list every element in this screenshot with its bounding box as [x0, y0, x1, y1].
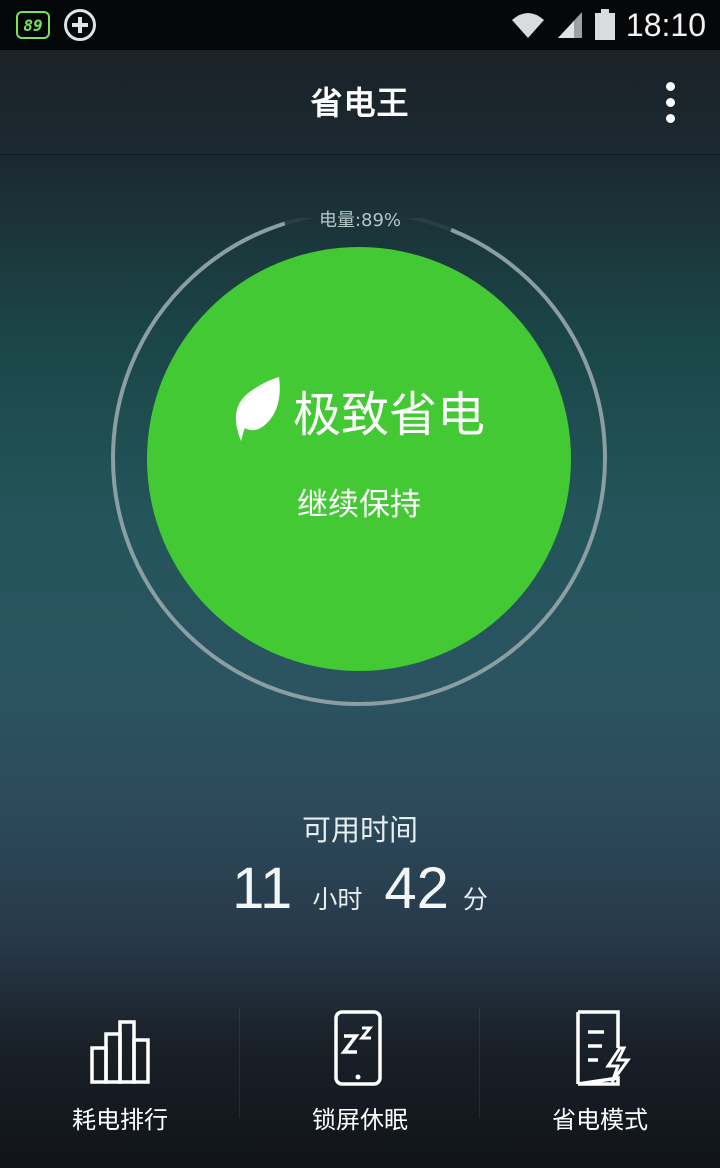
battery-saver-notification-icon: 89: [16, 11, 50, 39]
app-title: 省电王: [310, 84, 410, 122]
more-dot-icon: [665, 81, 675, 91]
available-time-value: 11 小时 42 分: [0, 855, 720, 922]
mode-subtitle: 继续保持: [297, 487, 421, 523]
notification-icons: 89: [16, 8, 96, 42]
power-mode-icon: [576, 1010, 631, 1086]
bar-chart-icon: [90, 1020, 150, 1084]
sleep-phone-icon: [334, 1010, 382, 1086]
nav-power-ranking[interactable]: 耗电排行: [0, 1000, 240, 1168]
available-time-label: 可用时间: [301, 813, 418, 847]
minutes-unit: 分: [462, 885, 488, 914]
mode-title: 极致省电: [292, 387, 485, 443]
more-options-button[interactable]: [648, 74, 692, 130]
nav-label: 锁屏休眠: [312, 1106, 408, 1134]
add-circle-icon: [64, 9, 96, 41]
wifi-icon: [511, 13, 544, 38]
leaf-icon: [235, 377, 280, 441]
nav-lock-sleep[interactable]: 锁屏休眠: [240, 1000, 480, 1168]
nav-label: 耗电排行: [72, 1106, 168, 1134]
battery-badge-text: 89: [23, 15, 43, 35]
app-screen: 省电王 电量:89% 极致省电 继续保持 可用时间 11 小时 42 分 耗电排…: [0, 50, 720, 1168]
status-bar: 89 18:10: [0, 0, 720, 50]
bottom-nav: 耗电排行 锁屏休眠 省电模式: [0, 1000, 720, 1168]
signal-icon: [557, 12, 582, 38]
nav-label: 省电模式: [552, 1106, 648, 1134]
hours-value: 11: [232, 856, 293, 921]
system-icons: 18:10: [510, 6, 706, 43]
hours-unit: 小时: [312, 885, 363, 914]
minutes-value: 42: [384, 856, 449, 921]
battery-icon: [594, 9, 615, 40]
top-bar: 省电王: [0, 50, 720, 155]
mode-row: 极致省电: [147, 375, 571, 445]
more-dot-icon: [665, 113, 675, 123]
status-time: 18:10: [625, 6, 706, 43]
optimize-button[interactable]: 极致省电 继续保持: [147, 247, 571, 671]
nav-power-mode[interactable]: 省电模式: [480, 1000, 720, 1168]
more-dot-icon: [665, 97, 675, 107]
